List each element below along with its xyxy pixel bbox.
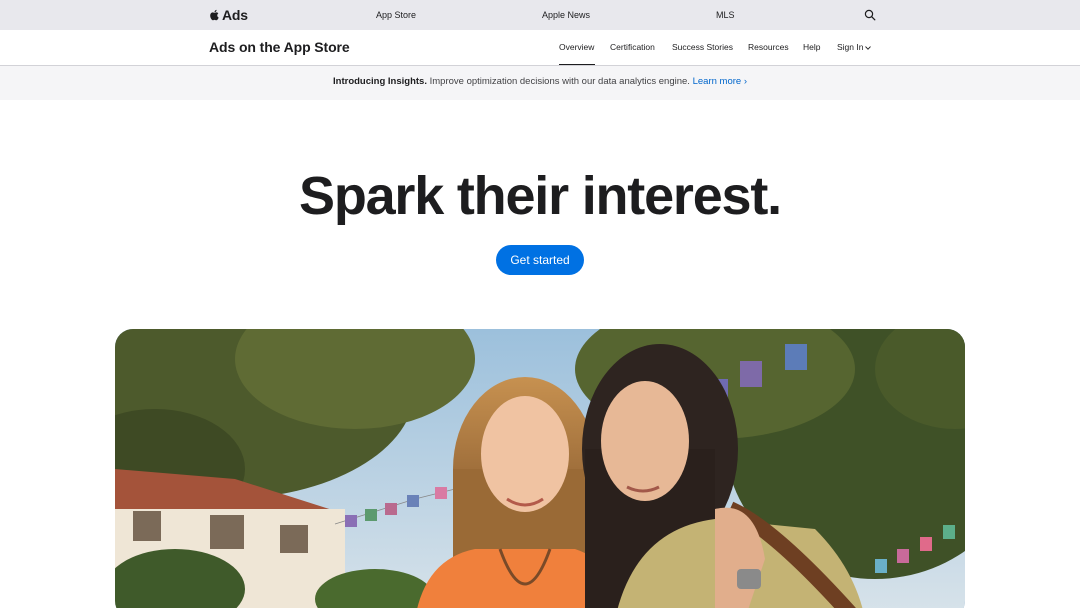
brand-label: Ads [222, 7, 248, 23]
local-nav-title[interactable]: Ads on the App Store [209, 39, 350, 56]
ribbon-body: Improve optimization decisions with our … [426, 76, 693, 87]
local-nav-overview[interactable]: Overview [559, 42, 594, 53]
local-nav-certification[interactable]: Certification [610, 42, 655, 53]
apple-ads-home-link[interactable]: Ads [209, 7, 248, 23]
global-nav-app-store-link[interactable]: App Store [376, 9, 416, 21]
global-nav: Ads App Store Apple News MLS [0, 0, 1080, 30]
sign-in-label: Sign In [837, 42, 864, 52]
apple-logo-icon [210, 9, 219, 21]
hero-image [115, 329, 965, 608]
chevron-down-icon [865, 46, 872, 50]
hero-headline: Spark their interest. [299, 166, 782, 226]
hero-photo-illustration [115, 329, 965, 608]
get-started-button[interactable]: Get started [496, 245, 584, 275]
local-nav-sign-in[interactable]: Sign In [837, 42, 872, 53]
local-nav-success-stories[interactable]: Success Stories [672, 42, 733, 53]
ribbon-headline: Introducing Insights. [333, 76, 427, 87]
announcement-ribbon: Introducing Insights. Improve optimizati… [0, 66, 1080, 100]
search-icon[interactable] [864, 9, 876, 21]
learn-more-link[interactable]: Learn more › [693, 76, 747, 87]
local-nav: Ads on the App Store Overview Certificat… [0, 30, 1080, 66]
global-nav-apple-news-link[interactable]: Apple News [542, 9, 590, 21]
local-nav-resources[interactable]: Resources [748, 42, 789, 53]
global-nav-mls-link[interactable]: MLS [716, 9, 735, 21]
local-nav-help[interactable]: Help [803, 42, 820, 53]
active-tab-indicator [559, 64, 595, 65]
ribbon-text: Introducing Insights. Improve optimizati… [0, 76, 1080, 88]
